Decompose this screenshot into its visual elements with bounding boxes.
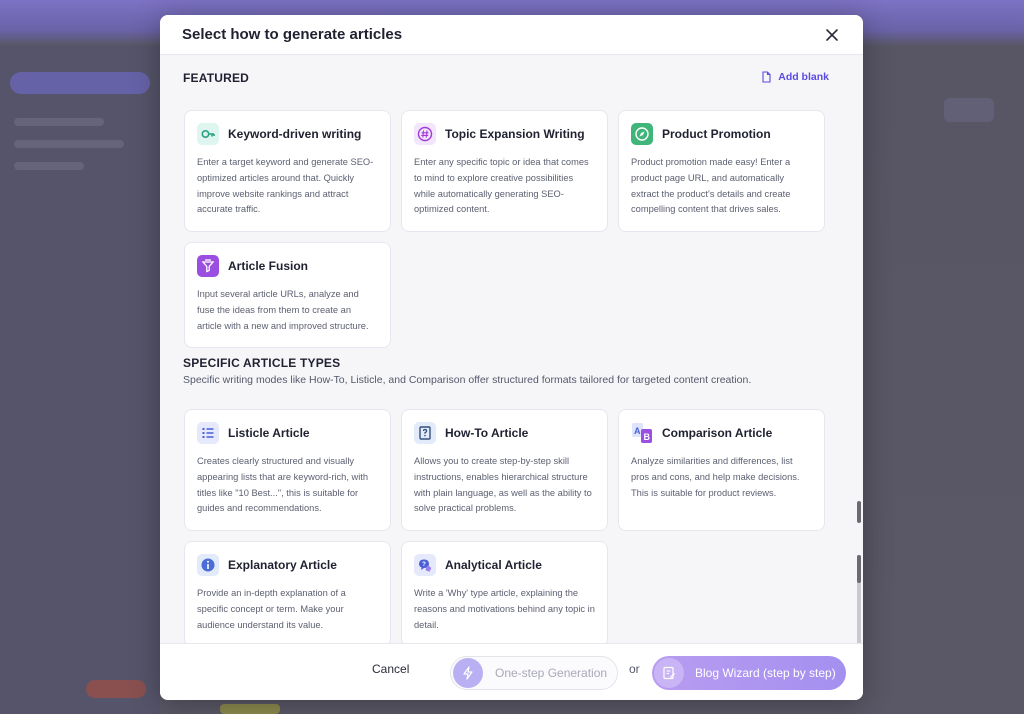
document-icon: [762, 71, 771, 83]
compass-icon: [631, 123, 653, 145]
close-button[interactable]: [823, 26, 841, 44]
generate-articles-dialog: Select how to generate articles FEATURED…: [160, 15, 863, 700]
card-title: Keyword-driven writing: [228, 127, 362, 141]
background-badge: [220, 704, 280, 714]
or-separator: or: [629, 662, 640, 676]
specific-types-heading: SPECIFIC ARTICLE TYPES: [183, 356, 341, 370]
card-title: Comparison Article: [662, 426, 773, 440]
scrollbar-thumb[interactable]: [857, 501, 861, 523]
dialog-title: Select how to generate articles: [182, 26, 403, 43]
lightning-icon: [453, 658, 483, 688]
background-line: [14, 118, 104, 126]
scrollbar-thumb[interactable]: [857, 555, 861, 583]
dialog-body: FEATURED Add blank Keyword-driven writin…: [160, 55, 863, 680]
background-button: [944, 98, 994, 122]
card-title: Topic Expansion Writing: [445, 127, 585, 141]
card-comparison-article[interactable]: AB Comparison Article Analyze similariti…: [618, 409, 825, 531]
one-step-generation-button[interactable]: One-step Generation: [450, 656, 618, 690]
background-pill: [10, 72, 150, 94]
background-line: [14, 162, 84, 170]
card-how-to-article[interactable]: How-To Article Allows you to create step…: [401, 409, 608, 531]
card-description: Creates clearly structured and visually …: [197, 456, 369, 514]
card-title: Explanatory Article: [228, 558, 337, 572]
card-explanatory-article[interactable]: Explanatory Article Provide an in-depth …: [184, 541, 391, 647]
card-description: Write a 'Why' type article, explaining t…: [414, 588, 595, 630]
add-blank-label: Add blank: [778, 71, 829, 83]
blog-wizard-button[interactable]: Blog Wizard (step by step): [652, 656, 846, 690]
featured-heading: FEATURED: [183, 71, 250, 85]
add-blank-button[interactable]: Add blank: [761, 71, 829, 83]
hashtag-icon: [414, 123, 436, 145]
edit-document-icon: [654, 658, 684, 688]
card-description: Product promotion made easy! Enter a pro…: [631, 157, 791, 215]
svg-text:?: ?: [422, 561, 426, 568]
card-description: Enter a target keyword and generate SEO-…: [197, 157, 374, 215]
key-icon: [197, 123, 219, 145]
card-description: Input several article URLs, analyze and …: [197, 289, 369, 331]
card-listicle-article[interactable]: Listicle Article Creates clearly structu…: [184, 409, 391, 531]
card-topic-expansion-writing[interactable]: Topic Expansion Writing Enter any specif…: [401, 110, 608, 232]
funnel-icon: [197, 255, 219, 277]
card-title: Article Fusion: [228, 259, 309, 273]
svg-text:B: B: [644, 432, 651, 442]
dialog-header: Select how to generate articles: [160, 15, 863, 55]
background-line: [14, 140, 124, 148]
info-icon: [197, 554, 219, 576]
card-product-promotion[interactable]: Product Promotion Product promotion made…: [618, 110, 825, 232]
background-badge: [86, 680, 146, 698]
card-title: Product Promotion: [662, 127, 771, 141]
card-analytical-article[interactable]: ? Analytical Article Write a 'Why' type …: [401, 541, 608, 647]
chat-question-icon: ?: [414, 554, 436, 576]
card-keyword-driven-writing[interactable]: Keyword-driven writing Enter a target ke…: [184, 110, 391, 232]
svg-text:A: A: [634, 426, 641, 436]
card-title: Listicle Article: [228, 426, 310, 440]
dialog-footer: Cancel One-step Generation or Blog Wizar…: [160, 643, 863, 700]
card-description: Analyze similarities and differences, li…: [631, 456, 800, 498]
close-icon: [826, 29, 838, 41]
card-article-fusion[interactable]: Article Fusion Input several article URL…: [184, 242, 391, 348]
blog-wizard-label: Blog Wizard (step by step): [695, 666, 836, 680]
specific-types-description: Specific writing modes like How-To, List…: [183, 374, 752, 386]
one-step-generation-label: One-step Generation: [495, 666, 608, 680]
card-title: How-To Article: [445, 426, 529, 440]
card-description: Enter any specific topic or idea that co…: [414, 157, 589, 215]
card-description: Provide an in-depth explanation of a spe…: [197, 588, 346, 630]
card-title: Analytical Article: [445, 558, 542, 572]
question-book-icon: [414, 422, 436, 444]
card-description: Allows you to create step-by-step skill …: [414, 456, 592, 514]
ab-compare-icon: AB: [631, 422, 653, 444]
cancel-button[interactable]: Cancel: [372, 662, 409, 676]
list-icon: [197, 422, 219, 444]
